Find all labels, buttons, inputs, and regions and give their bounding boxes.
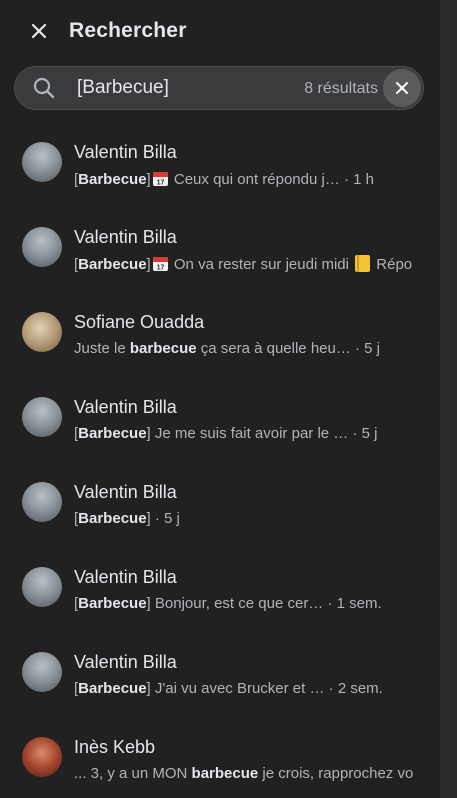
snippet-suffix: ]	[146, 256, 151, 273]
message-time: · 5 j	[150, 510, 180, 527]
notebook-emoji-icon	[355, 255, 371, 272]
sender-name: Valentin Billa	[74, 652, 177, 672]
result-item[interactable]: Valentin Billa [Barbecue] 17 Ceux qui ont …	[0, 121, 440, 206]
snippet-text: Répo	[372, 256, 413, 273]
snippet-suffix: ] Je me suis fait avoir par le …	[146, 425, 349, 442]
search-highlight: Barbecue	[78, 256, 147, 273]
sender-name: Sofiane Ouadda	[74, 312, 205, 332]
sender-name: Valentin Billa	[74, 397, 177, 417]
calendar-emoji-icon: 17	[152, 172, 168, 187]
message-time: · 5 j	[350, 340, 381, 357]
snippet-suffix: ]	[146, 171, 151, 188]
avatar	[22, 567, 62, 607]
result-item[interactable]: Inès Kebb ... 3, y a un MON barbecue je c…	[0, 716, 440, 798]
snippet-suffix: ] Bonjour, est ce que cer…	[146, 595, 324, 612]
results-list: Valentin Billa [Barbecue] 17 Ceux qui ont …	[0, 121, 440, 798]
search-panel: Rechercher 8 résultats Valentin Billa [Ba…	[0, 0, 457, 798]
message-snippet: ... 3, y a un MON barbecue je crois, rap…	[74, 765, 440, 782]
snippet-text: On va rester sur jeudi midi	[169, 256, 354, 273]
svg-text:17: 17	[156, 180, 164, 187]
page-title: Rechercher	[69, 19, 187, 42]
search-highlight: Barbecue	[78, 510, 147, 527]
message-snippet: [Barbecue] J'ai vu avec Brucker et … · 2…	[74, 680, 440, 697]
snippet-text: Ceux qui ont répondu j…	[169, 171, 340, 188]
search-input[interactable]	[77, 77, 297, 99]
message-time: · 1 h	[339, 171, 375, 188]
result-item[interactable]: Valentin Billa [Barbecue] · 5 j	[0, 461, 440, 546]
message-time: · 2 sem.	[324, 680, 383, 697]
message-snippet: [Barbecue] 17 Ceux qui ont répondu j… · 1…	[74, 170, 440, 188]
close-icon	[31, 23, 47, 39]
sender-name: Valentin Billa	[74, 482, 177, 502]
sender-name: Valentin Billa	[74, 567, 177, 587]
result-count: 8 résultats	[304, 80, 378, 97]
close-button[interactable]	[25, 17, 53, 45]
clear-search-button[interactable]	[383, 69, 421, 107]
message-time: · 1 sem.	[323, 595, 382, 612]
avatar	[22, 227, 62, 267]
message-snippet: [Barbecue] 17 On va rester sur jeudi midi…	[74, 255, 440, 273]
search-highlight: Barbecue	[78, 425, 147, 442]
result-item[interactable]: Valentin Billa [Barbecue] J'ai vu avec Br…	[0, 631, 440, 716]
search-highlight: barbecue	[191, 765, 259, 782]
avatar	[22, 312, 62, 352]
message-snippet: [Barbecue] · 5 j	[74, 510, 440, 527]
search-highlight: barbecue	[129, 340, 197, 357]
avatar	[22, 397, 62, 437]
message-snippet: [Barbecue] Je me suis fait avoir par le …	[74, 425, 440, 442]
message-snippet: Juste le barbecue ça sera à quelle heu… …	[74, 340, 440, 357]
snippet-prefix: ... 3, y a un MON	[74, 765, 192, 782]
result-item[interactable]: Valentin Billa [Barbecue] Je me suis fait…	[0, 376, 440, 461]
snippet-suffix: ça sera à quelle heu…	[196, 340, 351, 357]
scrollbar-track[interactable]	[440, 0, 457, 798]
sender-name: Valentin Billa	[74, 227, 177, 247]
search-box[interactable]: 8 résultats	[14, 66, 424, 110]
avatar	[22, 737, 62, 777]
search-highlight: Barbecue	[78, 171, 147, 188]
search-highlight: Barbecue	[78, 595, 147, 612]
message-snippet: [Barbecue] Bonjour, est ce que cer… · 1 …	[74, 595, 440, 612]
result-item[interactable]: Valentin Billa [Barbecue] Bonjour, est ce…	[0, 546, 440, 631]
snippet-suffix: je crois, rapprochez vo	[258, 765, 414, 782]
avatar	[22, 652, 62, 692]
sender-name: Valentin Billa	[74, 142, 177, 162]
search-header: Rechercher	[0, 0, 440, 62]
svg-text:17: 17	[156, 265, 164, 272]
search-highlight: Barbecue	[78, 680, 147, 697]
snippet-suffix: ] J'ai vu avec Brucker et …	[146, 680, 325, 697]
snippet-prefix: Juste le	[74, 340, 130, 357]
clear-icon	[396, 82, 408, 94]
result-item[interactable]: Sofiane Ouadda Juste le barbecue ça sera …	[0, 291, 440, 376]
avatar	[22, 142, 62, 182]
sender-name: Inès Kebb	[74, 737, 156, 757]
message-time: · 5 j	[348, 425, 378, 442]
avatar	[22, 482, 62, 522]
result-item[interactable]: Valentin Billa [Barbecue] 17 On va rester …	[0, 206, 440, 291]
search-icon	[33, 77, 55, 99]
calendar-emoji-icon: 17	[152, 257, 168, 272]
